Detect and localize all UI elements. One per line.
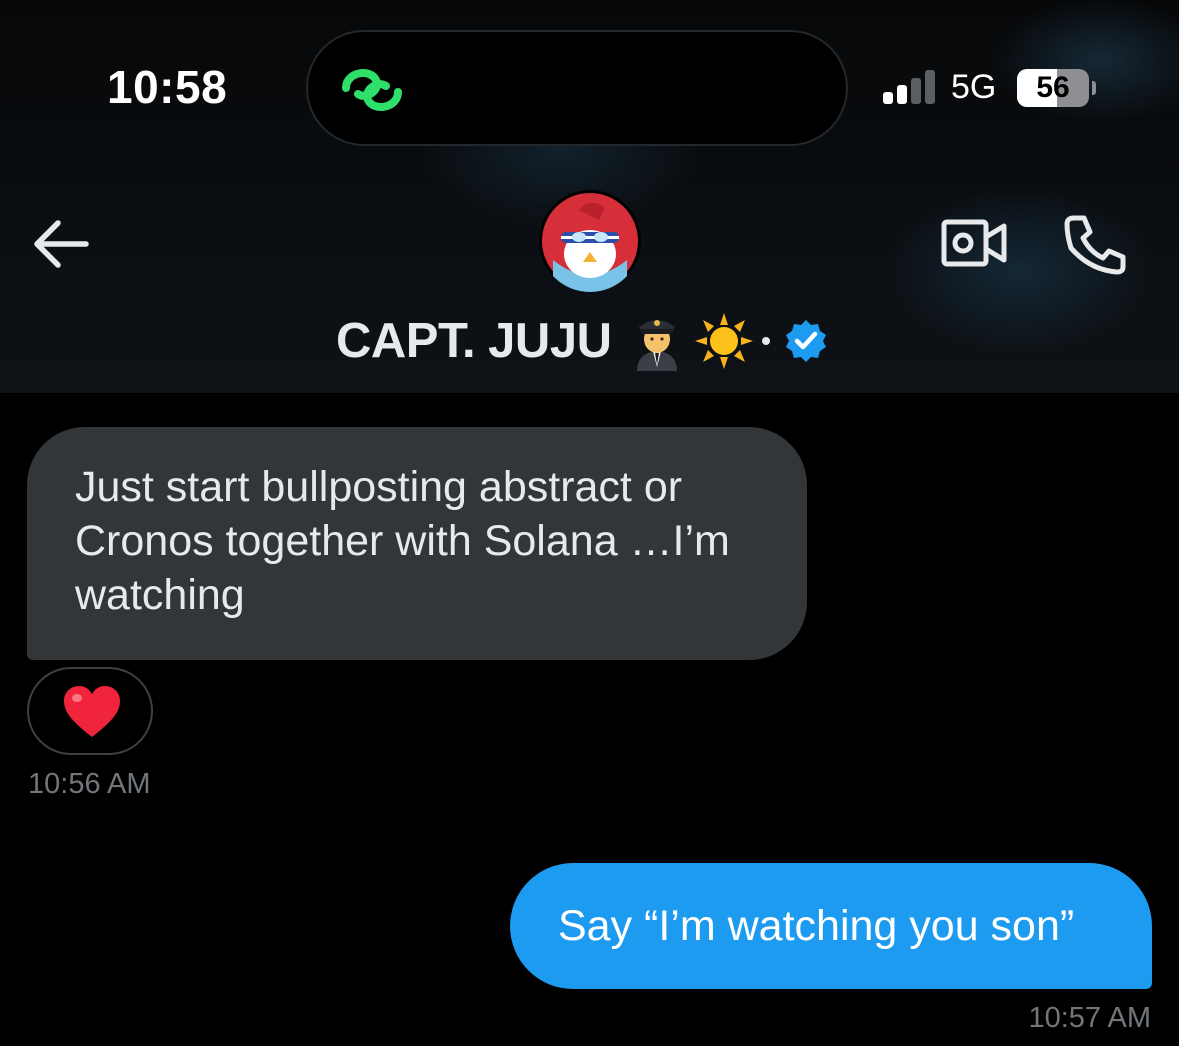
avatar-image — [542, 193, 638, 292]
signal-bars-icon — [883, 70, 935, 104]
verified-badge-icon — [786, 320, 827, 362]
battery-indicator: 56 — [1017, 69, 1089, 107]
separator-dot — [762, 337, 771, 345]
green-link-icon — [342, 69, 402, 111]
pilot-emoji-icon — [637, 320, 678, 371]
battery-nub — [1092, 81, 1096, 95]
dynamic-island[interactable] — [306, 30, 848, 146]
avatar[interactable] — [539, 190, 641, 292]
incoming-message-bubble[interactable]: Just start bullposting abstract or Crono… — [27, 427, 807, 660]
name-emoji-group — [631, 311, 773, 371]
message-reaction[interactable] — [27, 667, 153, 755]
heart-emoji-icon — [64, 686, 120, 737]
incoming-timestamp: 10:56 AM — [28, 768, 151, 800]
network-type-label: 5G — [951, 68, 997, 106]
back-arrow-icon[interactable] — [30, 215, 92, 273]
chat-header: 10:58 5G 56 CAPT. JUJU — [0, 0, 1179, 393]
outgoing-message-bubble[interactable]: Say “I’m watching you son” — [510, 863, 1152, 989]
sun-emoji-icon — [695, 313, 754, 369]
phone-icon[interactable] — [1062, 213, 1128, 275]
contact-name: CAPT. JUJU — [336, 314, 612, 368]
contact-name-row[interactable]: CAPT. JUJU — [336, 306, 829, 376]
video-camera-icon[interactable] — [940, 213, 1008, 273]
status-time: 10:58 — [107, 61, 228, 113]
outgoing-timestamp: 10:57 AM — [1028, 1002, 1151, 1034]
battery-level-text: 56 — [1036, 71, 1070, 104]
